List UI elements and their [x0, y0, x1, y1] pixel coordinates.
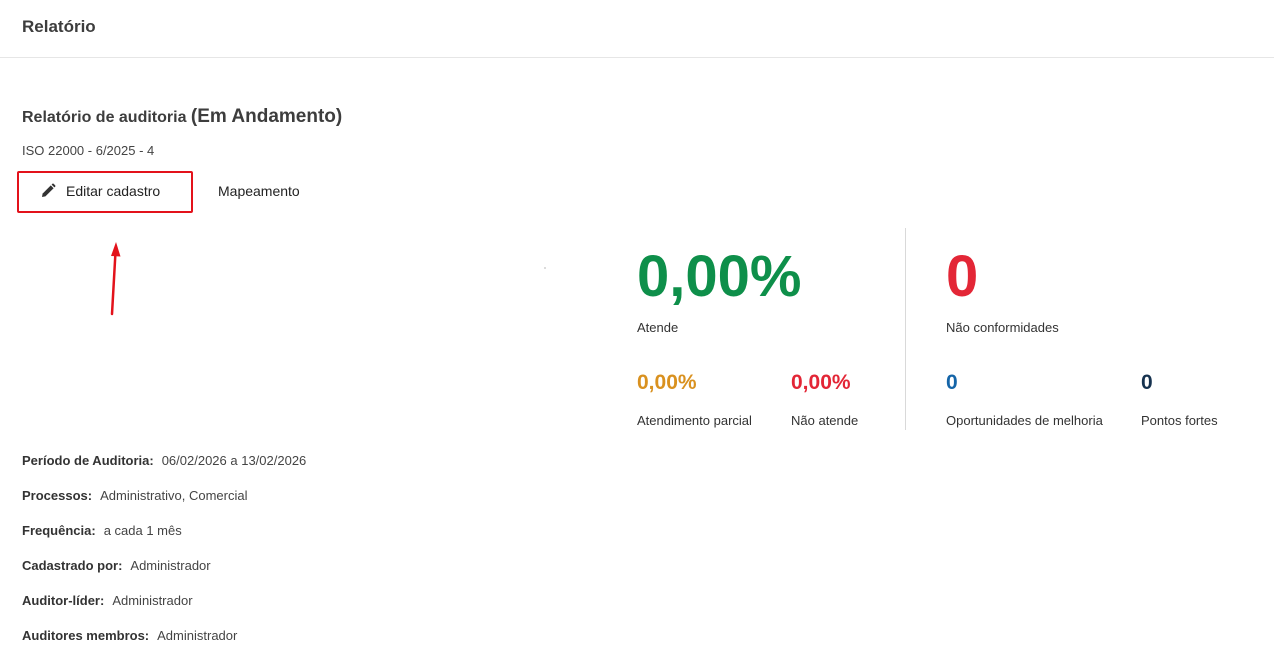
detail-row-periodo: Período de Auditoria: 06/02/2026 a 13/02/… — [22, 453, 306, 468]
detail-value: 06/02/2026 a 13/02/2026 — [161, 453, 307, 468]
nao-atende-label: Não atende — [791, 413, 859, 428]
nao-conformidades-label: Não conformidades — [946, 320, 1059, 335]
page-header: Relatório — [0, 0, 1274, 58]
detail-row-auditor-lider: Auditor-líder: Administrador — [22, 593, 193, 608]
page-title: Relatório — [22, 17, 96, 36]
detail-row-processos: Processos: Administrativo, Comercial — [22, 488, 247, 503]
detail-label: Auditor-líder: — [22, 593, 105, 608]
mapping-label: Mapeamento — [218, 183, 300, 199]
report-page: Relatório Relatório de auditoria (Em And… — [0, 0, 1274, 645]
detail-row-cadastrado-por: Cadastrado por: Administrador — [22, 558, 211, 573]
oportunidades-value: 0 — [946, 371, 958, 394]
pontos-fortes-label: Pontos fortes — [1141, 413, 1218, 428]
atende-value: 0,00% — [637, 244, 802, 309]
chart-placeholder-dot — [544, 267, 546, 269]
nao-conformidades-value: 0 — [946, 244, 979, 309]
report-subtitle: ISO 22000 - 6/2025 - 4 — [22, 143, 155, 158]
annotation-highlight-box — [17, 171, 193, 213]
atendimento-parcial-label: Atendimento parcial — [637, 413, 752, 428]
mapping-button[interactable]: Mapeamento — [218, 178, 300, 204]
report-title-text: Relatório de auditoria — [22, 109, 187, 126]
atende-label: Atende — [637, 320, 679, 335]
detail-label: Cadastrado por: — [22, 558, 123, 573]
detail-value: Administrador — [157, 628, 238, 643]
detail-label: Período de Auditoria: — [22, 453, 154, 468]
detail-label: Frequência: — [22, 523, 96, 538]
report-title: Relatório de auditoria (Em Andamento) — [22, 106, 342, 128]
nao-atende-value: 0,00% — [791, 371, 851, 394]
report-status: (Em Andamento) — [190, 106, 343, 127]
pontos-fortes-value: 0 — [1141, 371, 1153, 394]
detail-value: a cada 1 mês — [103, 523, 182, 538]
arrow-up-icon — [110, 242, 121, 316]
detail-value: Administrador — [130, 558, 211, 573]
detail-row-frequencia: Frequência: a cada 1 mês — [22, 523, 182, 538]
detail-value: Administrador — [112, 593, 193, 608]
detail-value: Administrativo, Comercial — [100, 488, 248, 503]
atendimento-parcial-value: 0,00% — [637, 371, 697, 394]
oportunidades-label: Oportunidades de melhoria — [946, 413, 1103, 428]
stats-divider — [905, 228, 906, 430]
detail-row-auditores-membros: Auditores membros: Administrador — [22, 628, 237, 643]
detail-label: Processos: — [22, 488, 93, 503]
detail-label: Auditores membros: — [22, 628, 150, 643]
